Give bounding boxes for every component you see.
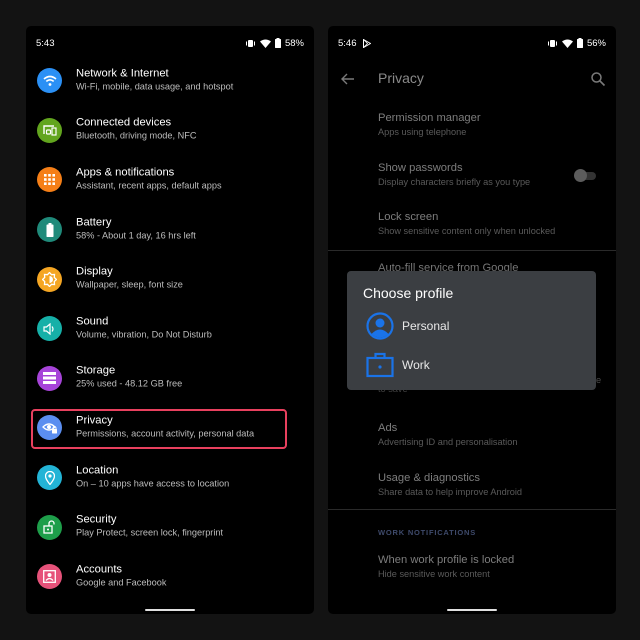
battery-percent: 58% [284, 37, 304, 49]
account-box-icon [37, 564, 62, 590]
settings-item-subtitle: Bluetooth, driving mode, NFC [76, 131, 197, 142]
settings-item-title: Network & Internet [76, 67, 169, 80]
settings-item-accounts[interactable]: Accounts Google and Facebook [26, 552, 314, 602]
battery-percent: 56% [586, 37, 606, 49]
settings-item-apps[interactable]: Apps & notifications Assistant, recent a… [26, 155, 314, 205]
settings-item-location[interactable]: Location On – 10 apps have access to loc… [26, 453, 314, 503]
privacy-item-subtitle: Display characters briefly as you type [378, 176, 531, 187]
settings-item-storage[interactable]: Storage 25% used - 48.12 GB free [26, 354, 314, 404]
toggle-thumb [574, 168, 587, 182]
settings-item-subtitle: On – 10 apps have access to location [76, 478, 230, 489]
brightness-icon [37, 266, 62, 292]
back-arrow-icon[interactable] [340, 71, 356, 87]
privacy-item-permission-manager[interactable]: Permission manager Apps using telephone [328, 109, 616, 159]
settings-item-connected-devices[interactable]: Connected devices Bluetooth, driving mod… [26, 106, 314, 156]
profile-option-personal[interactable]: Personal [347, 308, 596, 344]
devices-icon [37, 117, 62, 143]
home-gesture-bar[interactable] [145, 609, 195, 611]
settings-item-subtitle: 58% - About 1 day, 16 hrs left [76, 230, 196, 241]
settings-item-subtitle: Wallpaper, sleep, font size [76, 279, 183, 290]
home-gesture-bar[interactable] [447, 609, 497, 611]
search-icon[interactable] [590, 71, 606, 87]
settings-item-subtitle: 25% used - 48.12 GB free [76, 379, 183, 390]
battery-status-icon [576, 38, 583, 48]
choose-profile-dialog: Choose profile Personal Work [347, 271, 596, 390]
settings-item-network[interactable]: Network & Internet Wi-Fi, mobile, data u… [26, 56, 314, 106]
profile-option-label: Personal [402, 319, 450, 333]
settings-item-title: Storage [76, 365, 116, 378]
status-time: 5:43 [36, 37, 55, 49]
status-time: 5:46 [338, 37, 357, 49]
privacy-item-title: Lock screen [378, 211, 439, 224]
account-circle-icon [365, 311, 395, 341]
privacy-item-work-profile-locked[interactable]: When work profile is locked Hide sensiti… [328, 551, 616, 601]
privacy-item-subtitle: Advertising ID and personalisation [378, 437, 518, 447]
phone-screen-privacy: 5:46 56% Privacy Permission manager Apps… [328, 26, 616, 614]
settings-list: Network & Internet Wi-Fi, mobile, data u… [26, 56, 314, 602]
settings-item-title: Security [76, 513, 117, 526]
settings-item-title: Apps & notifications [76, 166, 175, 179]
divider [328, 250, 616, 251]
settings-item-subtitle: Wi-Fi, mobile, data usage, and hotspot [76, 81, 234, 92]
settings-item-title: Connected devices [76, 117, 172, 130]
privacy-item-show-passwords[interactable]: Show passwords Display characters briefl… [328, 159, 616, 209]
privacy-item-subtitle: Share data to help improve Android [378, 487, 523, 497]
storage-icon [37, 365, 62, 391]
settings-item-battery[interactable]: Battery 58% - About 1 day, 16 hrs left [26, 205, 314, 255]
profile-option-work[interactable]: Work [347, 347, 596, 383]
settings-item-sound[interactable]: Sound Volume, vibration, Do Not Disturb [26, 304, 314, 354]
wifi-icon [37, 68, 62, 94]
privacy-item-title: When work profile is locked [378, 554, 515, 566]
status-bar: 5:43 58% [26, 26, 314, 60]
app-bar: Privacy [328, 62, 616, 96]
privacy-item-subtitle: Show sensitive content only when unlocke… [378, 226, 556, 237]
vibrate-icon [547, 39, 558, 48]
privacy-item-usage-diagnostics[interactable]: Usage & diagnostics Share data to help i… [328, 469, 616, 519]
location-pin-icon [37, 465, 62, 491]
wifi-status-icon [561, 39, 573, 48]
volume-icon [37, 316, 62, 342]
privacy-item-subtitle: Apps using telephone [378, 127, 467, 137]
show-passwords-toggle[interactable] [574, 168, 598, 183]
privacy-item-subtitle: Hide sensitive work content [378, 569, 490, 579]
phone-screen-settings: 5:43 58% Network & Internet Wi-Fi, mobil… [26, 26, 314, 614]
apps-grid-icon [37, 167, 62, 193]
settings-item-subtitle: Volume, vibration, Do Not Disturb [76, 329, 212, 340]
vibrate-icon [245, 39, 256, 48]
wifi-status-icon [259, 39, 271, 48]
divider [328, 509, 616, 510]
settings-item-title: Location [76, 464, 119, 477]
privacy-item-title: Usage & diagnostics [378, 472, 480, 484]
settings-item-title: Accounts [76, 563, 123, 576]
settings-item-subtitle: Assistant, recent apps, default apps [76, 180, 222, 191]
privacy-item-ads[interactable]: Ads Advertising ID and personalisation [328, 419, 616, 469]
settings-item-display[interactable]: Display Wallpaper, sleep, font size [26, 254, 314, 304]
settings-item-security[interactable]: Security Play Protect, screen lock, fing… [26, 502, 314, 552]
privacy-item-title: Show passwords [378, 161, 463, 174]
battery-status-icon [274, 38, 281, 48]
privacy-highlight-box [31, 409, 287, 449]
settings-item-subtitle: Play Protect, screen lock, fingerprint [76, 527, 224, 538]
battery-icon [37, 217, 62, 243]
briefcase-icon [365, 350, 395, 380]
page-title: Privacy [378, 70, 424, 86]
settings-item-title: Display [76, 265, 113, 278]
privacy-item-title: Ads [378, 422, 398, 434]
status-bar: 5:46 56% [328, 26, 616, 60]
lock-open-icon [37, 514, 62, 540]
section-header-work-notifications: WORK NOTIFICATIONS [378, 528, 477, 537]
settings-item-subtitle: Google and Facebook [76, 577, 167, 588]
privacy-settings-list: Permission manager Apps using telephone … [328, 109, 616, 258]
play-store-notification-icon [362, 38, 371, 48]
settings-item-title: Battery [76, 216, 112, 229]
profile-option-label: Work [402, 358, 430, 372]
dialog-title: Choose profile [363, 285, 454, 301]
privacy-item-title: Permission manager [378, 112, 481, 124]
settings-item-title: Sound [76, 315, 109, 328]
